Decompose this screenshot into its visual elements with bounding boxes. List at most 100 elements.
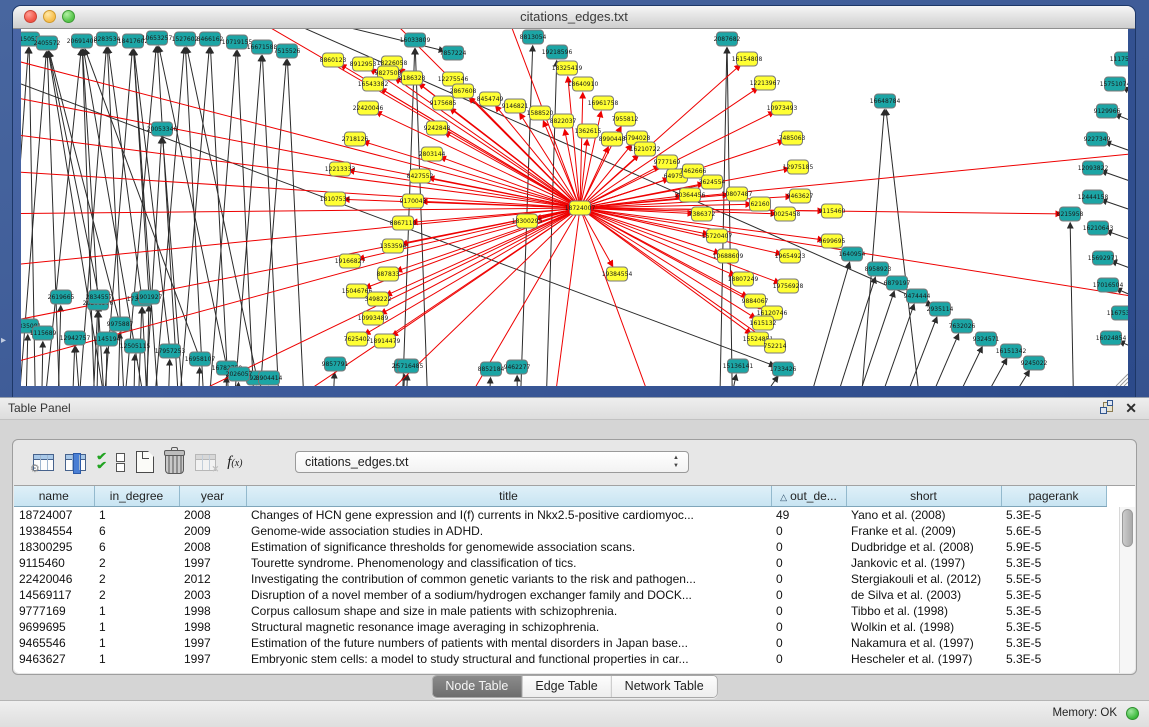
table-cell[interactable]: 49: [771, 507, 846, 524]
graph-node[interactable]: 19166827: [335, 254, 366, 268]
table-row[interactable]: 1830029562008Estimation of significance …: [14, 539, 1106, 555]
graph-node[interactable]: 16961758: [588, 96, 619, 110]
table-cell[interactable]: 9463627: [14, 651, 94, 667]
graph-node[interactable]: 12213333: [325, 162, 356, 176]
graph-node[interactable]: 2867608: [450, 84, 477, 98]
delete-table-icon[interactable]: ✕: [195, 447, 216, 477]
graph-node[interactable]: 9242848: [424, 121, 451, 135]
table-cell[interactable]: 5.3E-5: [1001, 555, 1106, 571]
graph-node[interactable]: 8813054: [520, 30, 547, 44]
graph-node[interactable]: 2087682: [714, 32, 741, 46]
table-row[interactable]: 969969511998Structural magnetic resonanc…: [14, 619, 1106, 635]
graph-node[interactable]: 18640910: [568, 77, 599, 91]
table-cell[interactable]: Estimation of significance thresholds fo…: [246, 539, 771, 555]
table-cell[interactable]: 19384554: [14, 523, 94, 539]
graph-node[interactable]: 19218596: [542, 45, 573, 59]
table-cell[interactable]: 1: [94, 507, 179, 524]
table-cell[interactable]: 1: [94, 619, 179, 635]
graph-node[interactable]: 11675304: [1107, 306, 1128, 320]
graph-node[interactable]: 10807487: [722, 187, 753, 201]
graph-node[interactable]: 1527602: [172, 32, 199, 46]
graph-node[interactable]: 16033809: [400, 33, 431, 47]
column-header-name[interactable]: name: [14, 486, 94, 507]
graph-node[interactable]: 16210643: [1083, 221, 1114, 235]
table-row[interactable]: 1456911722003Disruption of a novel membe…: [14, 587, 1106, 603]
table-cell[interactable]: Jankovic et al. (1997): [846, 555, 1001, 571]
graph-node[interactable]: 1362615: [575, 124, 602, 138]
table-cell[interactable]: Stergiakouli et al. (2012): [846, 571, 1001, 587]
column-header-short[interactable]: short: [846, 486, 1001, 507]
table-cell[interactable]: Structural magnetic resonance image aver…: [246, 619, 771, 635]
column-header-out_de[interactable]: △out_de...: [771, 486, 846, 507]
graph-node[interactable]: 20364456: [675, 188, 706, 202]
west-panel-toggle-arrow[interactable]: ▸: [1, 336, 6, 346]
function-builder-icon[interactable]: f(x): [227, 447, 242, 477]
graph-node[interactable]: 2834557: [86, 290, 113, 304]
graph-node[interactable]: 10973493: [767, 101, 798, 115]
table-cell[interactable]: Dudbridge et al. (2008): [846, 539, 1001, 555]
table-cell[interactable]: 2: [94, 571, 179, 587]
table-cell[interactable]: 5.3E-5: [1001, 651, 1106, 667]
table-row[interactable]: 946362711997Embryonic stem cells: a mode…: [14, 651, 1106, 667]
table-cell[interactable]: 1: [94, 635, 179, 651]
graph-node[interactable]: 6879197: [884, 276, 911, 290]
graph-node[interactable]: 9129966: [1094, 104, 1121, 118]
table-cell[interactable]: Yano et al. (2008): [846, 507, 1001, 524]
table-cell[interactable]: 0: [771, 539, 846, 555]
table-cell[interactable]: 0: [771, 651, 846, 667]
graph-node[interactable]: 9777169: [654, 155, 681, 169]
graph-node[interactable]: 16154808: [732, 52, 763, 66]
table-row[interactable]: 1938455462009Genome-wide association stu…: [14, 523, 1106, 539]
graph-node[interactable]: 15751074: [1100, 77, 1128, 91]
table-cell[interactable]: 5.9E-5: [1001, 539, 1106, 555]
table-cell[interactable]: 5.3E-5: [1001, 587, 1106, 603]
table-cell[interactable]: Investigating the contribution of common…: [246, 571, 771, 587]
table-cell[interactable]: 2: [94, 555, 179, 571]
table-cell[interactable]: 5.5E-5: [1001, 571, 1106, 587]
column-header-pagerank[interactable]: pagerank: [1001, 486, 1106, 507]
column-header-year[interactable]: year: [179, 486, 246, 507]
table-cell[interactable]: 6: [94, 539, 179, 555]
graph-node[interactable]: 8427552: [407, 169, 434, 183]
graph-node[interactable]: 10025458: [770, 207, 801, 221]
graph-node[interactable]: 752214: [764, 339, 787, 353]
graph-node[interactable]: 1901927: [136, 290, 163, 304]
table-cell[interactable]: 1: [94, 603, 179, 619]
graph-node[interactable]: 12942757: [60, 331, 91, 345]
graph-node[interactable]: 18325419: [552, 61, 583, 75]
graph-node[interactable]: 3624554: [699, 175, 726, 189]
graph-node[interactable]: 12444158: [1078, 190, 1109, 204]
graph-node[interactable]: 8990448: [599, 132, 626, 146]
graph-node[interactable]: 8186328: [399, 71, 426, 85]
graph-node[interactable]: 8860123: [320, 53, 347, 67]
table-cell[interactable]: 18300295: [14, 539, 94, 555]
graph-node[interactable]: 15716485: [393, 359, 424, 373]
graph-node[interactable]: 16648784: [870, 94, 901, 108]
table-cell[interactable]: 2012: [179, 571, 246, 587]
network-canvas[interactable]: 1150534240557220691406828353418417602106…: [21, 29, 1128, 386]
network-window-titlebar[interactable]: citations_edges.txt: [13, 6, 1135, 29]
graph-node[interactable]: 22420046: [353, 101, 384, 115]
graph-node[interactable]: 1115689: [30, 326, 57, 340]
graph-node[interactable]: 9699695: [819, 234, 846, 248]
graph-node[interactable]: 15136141: [723, 359, 754, 373]
graph-node[interactable]: 7515526: [274, 44, 301, 58]
graph-node[interactable]: 16151342: [996, 344, 1027, 358]
column-settings-icon[interactable]: ⚙: [33, 447, 54, 477]
delete-rows-icon[interactable]: [165, 447, 184, 477]
table-cell[interactable]: 1997: [179, 635, 246, 651]
table-cell[interactable]: 2: [94, 587, 179, 603]
table-cell[interactable]: Tourette syndrome. Phenomenology and cla…: [246, 555, 771, 571]
graph-node[interactable]: 8466162: [197, 32, 224, 46]
select-all-rows-icon[interactable]: ✔✔: [97, 447, 105, 477]
graph-node[interactable]: 20053346: [147, 122, 178, 136]
table-row[interactable]: 2242004622012Investigating the contribut…: [14, 571, 1106, 587]
table-cell[interactable]: 5.6E-5: [1001, 523, 1106, 539]
graph-node[interactable]: 9324571: [973, 332, 1000, 346]
table-cell[interactable]: 2008: [179, 507, 246, 524]
graph-node[interactable]: 7632026: [949, 319, 976, 333]
table-cell[interactable]: Estimation of the future numbers of pati…: [246, 635, 771, 651]
graph-node[interactable]: 11175334: [1110, 52, 1128, 66]
graph-node[interactable]: 9857791: [322, 357, 349, 371]
table-cell[interactable]: Changes of HCN gene expression and I(f) …: [246, 507, 771, 524]
